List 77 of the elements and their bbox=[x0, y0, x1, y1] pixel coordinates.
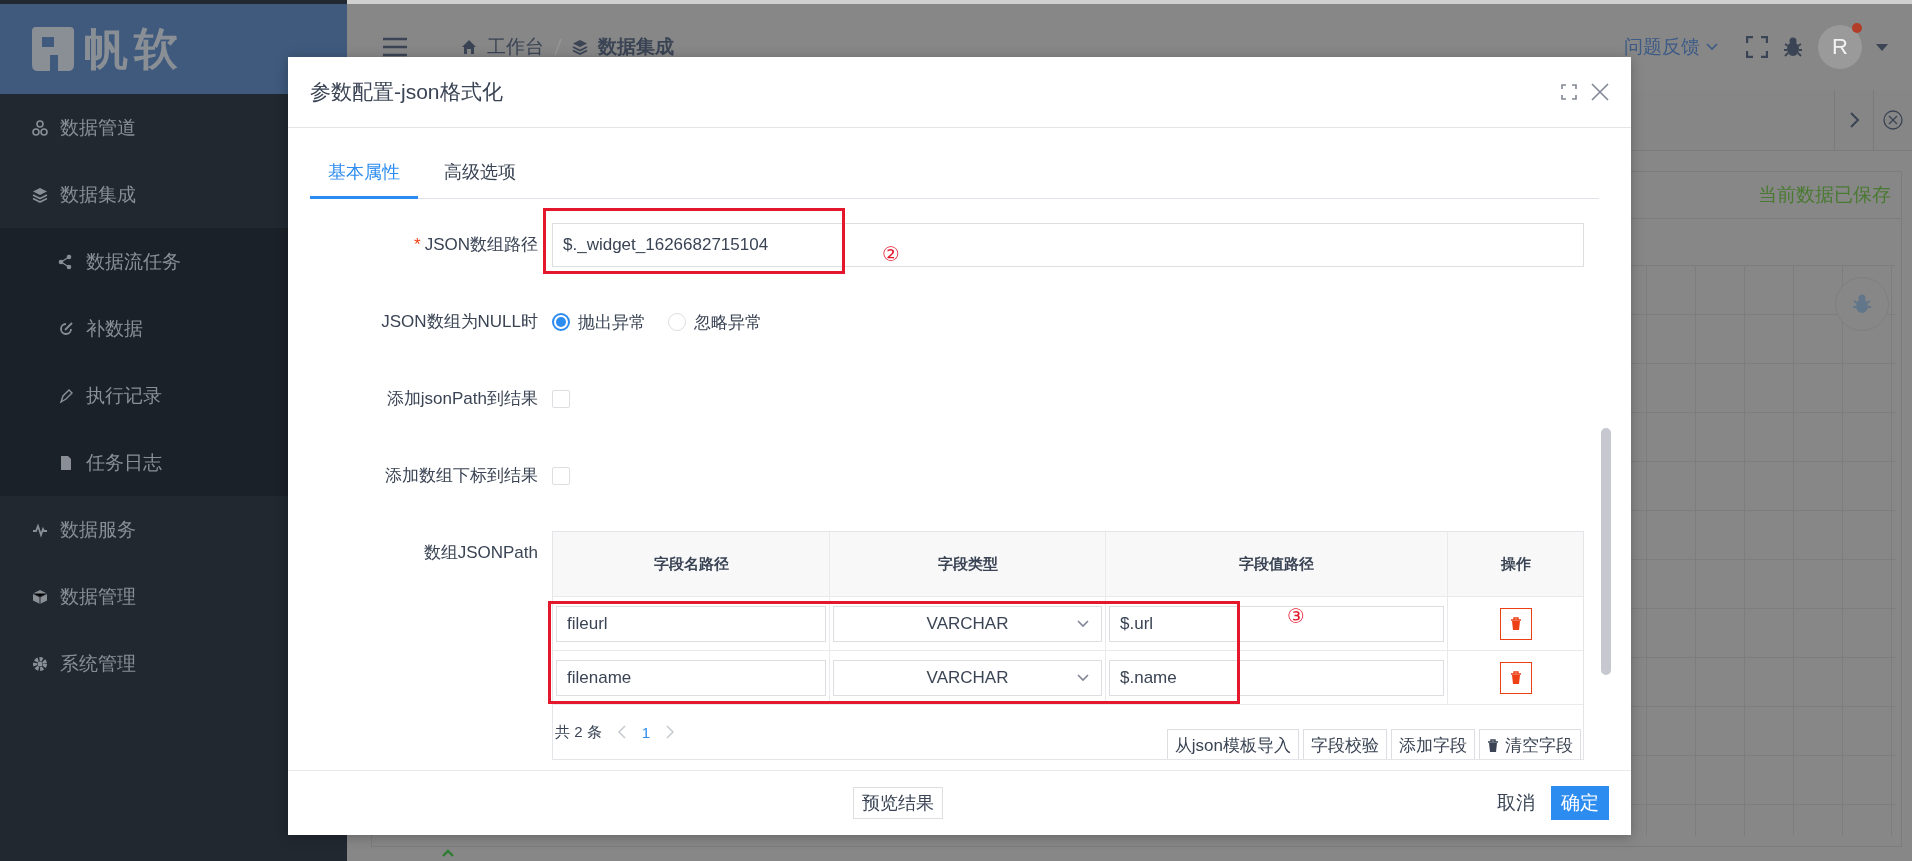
delete-button[interactable] bbox=[1499, 607, 1532, 640]
submenu-item[interactable]: 任务日志 bbox=[0, 429, 347, 496]
field-label: 添加数组下标到结果 bbox=[385, 466, 538, 485]
input-field[interactable]: filename bbox=[556, 659, 826, 696]
type-dropdown[interactable]: VARCHAR bbox=[833, 659, 1102, 696]
separator-icon bbox=[554, 39, 562, 55]
chevron-up-icon bbox=[442, 849, 454, 858]
radio-label: 忽略异常 bbox=[694, 311, 762, 334]
column-header: 字段名路径 bbox=[553, 532, 830, 596]
field-label: 添加jsonPath到结果 bbox=[386, 389, 538, 408]
logo-text: 帆软 bbox=[84, 22, 184, 75]
save-status: 当前数据已保存 bbox=[1758, 183, 1891, 207]
breadcrumb-link[interactable]: 数据集成 bbox=[598, 34, 674, 60]
bug-icon bbox=[1851, 293, 1873, 315]
field-label: JSON数组为NULL时 bbox=[381, 312, 538, 331]
chevron-down-icon bbox=[1706, 43, 1718, 51]
close-icon[interactable] bbox=[1591, 83, 1609, 101]
close-circle-icon[interactable] bbox=[1883, 110, 1903, 130]
circles-icon bbox=[32, 119, 48, 136]
page-number[interactable]: 1 bbox=[641, 723, 651, 741]
trash-icon bbox=[1509, 616, 1522, 631]
checkbox[interactable] bbox=[552, 467, 570, 485]
nodes-icon bbox=[58, 253, 74, 270]
scrollbar[interactable] bbox=[1601, 428, 1611, 675]
bug-icon[interactable] bbox=[1782, 36, 1804, 58]
column-header: 字段类型 bbox=[830, 532, 1106, 596]
breadcrumb-link[interactable]: 工作台 bbox=[487, 34, 544, 60]
submenu-item[interactable]: 补数据 bbox=[0, 295, 347, 362]
total-count: 共 2 条 bbox=[555, 722, 602, 742]
field-label: JSON数组路径 bbox=[424, 235, 538, 254]
submenu-item[interactable]: 数据流任务 bbox=[0, 228, 347, 295]
trash-icon bbox=[1509, 670, 1522, 685]
input-field[interactable]: fileurl bbox=[556, 605, 826, 642]
radio-button[interactable] bbox=[552, 313, 570, 331]
action-button[interactable]: 字段校验 bbox=[1303, 729, 1387, 759]
menu-icon bbox=[383, 37, 407, 57]
column-header: 字段值路径 bbox=[1106, 532, 1448, 596]
input-field[interactable]: $.name bbox=[1109, 659, 1444, 696]
action-button[interactable]: 添加字段 bbox=[1391, 729, 1475, 759]
tab[interactable]: 基本属性 bbox=[310, 148, 418, 199]
trash-icon bbox=[1487, 738, 1499, 753]
required-mark: * bbox=[414, 235, 421, 254]
submenu-item[interactable]: 执行记录 bbox=[0, 362, 347, 429]
annotation-number: ③ bbox=[1287, 606, 1305, 626]
tab[interactable]: 高级选项 bbox=[426, 148, 534, 199]
notification-dot bbox=[1852, 23, 1862, 33]
layers-icon bbox=[32, 186, 48, 203]
annotation-number: ② bbox=[882, 244, 900, 264]
action-button[interactable]: 清空字段 bbox=[1479, 729, 1581, 759]
pen-icon bbox=[58, 387, 74, 404]
preview-button[interactable]: 预览结果 bbox=[852, 787, 943, 819]
file-icon bbox=[58, 454, 74, 471]
caret-down-icon bbox=[1876, 43, 1888, 51]
radio-label: 抛出异常 bbox=[578, 311, 646, 334]
chevron-down-icon bbox=[1077, 673, 1089, 682]
chevron-down-icon bbox=[1077, 619, 1089, 628]
checkbox[interactable] bbox=[552, 390, 570, 408]
field-label: 数组JSONPath bbox=[423, 543, 538, 562]
cube-icon bbox=[32, 588, 48, 605]
delete-button[interactable] bbox=[1499, 661, 1532, 694]
fullscreen-icon[interactable] bbox=[1746, 36, 1768, 58]
home-icon bbox=[461, 39, 477, 55]
dialog-title: 参数配置-json格式化 bbox=[310, 79, 504, 105]
action-button[interactable]: 从json模板导入 bbox=[1166, 729, 1299, 759]
logo-icon bbox=[30, 25, 76, 73]
menu-item[interactable]: 系统管理 bbox=[0, 630, 347, 697]
layers-icon bbox=[572, 39, 588, 55]
menu-item[interactable]: 数据管理 bbox=[0, 563, 347, 630]
chevron-right-icon[interactable] bbox=[1848, 112, 1860, 128]
chevron-left-icon[interactable] bbox=[617, 725, 626, 739]
edit-icon bbox=[58, 320, 74, 337]
type-dropdown[interactable]: VARCHAR bbox=[833, 605, 1102, 642]
confirm-button[interactable]: 确定 bbox=[1551, 786, 1609, 820]
maximize-icon[interactable] bbox=[1561, 84, 1577, 100]
menu-item[interactable]: 数据服务 bbox=[0, 496, 347, 563]
cancel-button[interactable]: 取消 bbox=[1497, 790, 1535, 816]
column-header: 操作 bbox=[1448, 532, 1583, 596]
